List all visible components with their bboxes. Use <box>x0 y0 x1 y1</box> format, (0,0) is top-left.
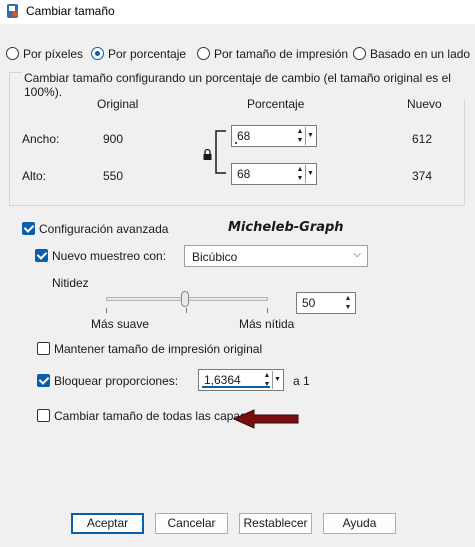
header-new: Nuevo <box>407 97 442 111</box>
width-label: Ancho: <box>22 132 60 146</box>
ratio-spinner[interactable]: 1,6364 ▲ ▼ ▼ <box>198 369 284 391</box>
chevron-down-icon[interactable]: ▼ <box>305 127 315 145</box>
keep-print-size-label[interactable]: Mantener tamaño de impresión original <box>54 342 262 356</box>
header-percent: Porcentaje <box>247 97 305 111</box>
resample-method-value[interactable]: Bicúbico <box>192 250 237 264</box>
radio-label-basado-en-un-lado[interactable]: Basado en un lado <box>370 47 470 61</box>
resample-checkbox[interactable] <box>35 249 48 262</box>
window-title: Cambiar tamaño <box>26 4 115 18</box>
all-layers-checkbox[interactable] <box>37 409 50 422</box>
width-new: 612 <box>412 132 433 146</box>
width-percent-value[interactable]: 68 <box>237 129 250 143</box>
radio-label-por-pixeles[interactable]: Por píxeles <box>23 47 83 61</box>
radio-label-por-tamano-impresion[interactable]: Por tamaño de impresión <box>214 47 348 61</box>
radio-por-porcentaje[interactable] <box>91 47 104 60</box>
group-caption: Cambiar tamaño configurando un porcentaj… <box>22 71 475 99</box>
spin-arrows-icon[interactable]: ▲ ▼ <box>295 127 305 145</box>
radio-basado-en-un-lado[interactable] <box>353 47 366 60</box>
height-new: 374 <box>412 169 433 183</box>
chevron-down-icon[interactable]: ▼ <box>272 371 282 389</box>
annotation-arrow-icon <box>232 409 299 429</box>
reset-button[interactable]: Restablecer <box>239 513 312 534</box>
resample-method-select[interactable]: Bicúbico ⌵ <box>184 245 368 267</box>
sharpness-spinner[interactable]: 50 ▲ ▼ <box>296 292 356 314</box>
sharpness-min-label: Más suave <box>91 317 150 331</box>
advanced-config-checkbox[interactable] <box>22 222 35 235</box>
accept-button[interactable]: Aceptar <box>71 513 144 534</box>
all-layers-label[interactable]: Cambiar tamaño de todas las capas <box>54 409 246 423</box>
sharpness-value[interactable]: 50 <box>302 296 315 310</box>
height-percent-value[interactable]: 68 <box>237 167 250 181</box>
paint-shop-icon <box>7 4 18 18</box>
watermark-text: Micheleb-Graph <box>228 220 344 235</box>
padlock-icon[interactable] <box>202 148 213 161</box>
spin-arrows-icon[interactable]: ▲ ▼ <box>295 165 305 183</box>
header-original: Original <box>97 97 139 111</box>
radio-label-por-porcentaje[interactable]: Por porcentaje <box>108 47 186 61</box>
cancel-button[interactable]: Cancelar <box>155 513 228 534</box>
ratio-suffix: a 1 <box>293 374 310 388</box>
chevron-down-icon[interactable]: ▼ <box>305 165 315 183</box>
spin-arrows-icon[interactable]: ▲ ▼ <box>262 371 272 389</box>
spin-arrows-icon[interactable]: ▲ ▼ <box>343 294 353 312</box>
ratio-value[interactable]: 1,6364 <box>204 373 241 387</box>
sharpness-slider-thumb[interactable] <box>181 291 189 307</box>
width-percent-spinner[interactable]: 68 ▲ ▼ ▼ <box>231 125 317 147</box>
resample-label[interactable]: Nuevo muestreo con: <box>52 249 166 263</box>
height-label: Alto: <box>22 169 47 183</box>
advanced-config-label[interactable]: Configuración avanzada <box>39 222 168 236</box>
radio-por-pixeles[interactable] <box>6 47 19 60</box>
height-percent-spinner[interactable]: 68 ▲ ▼ ▼ <box>231 163 317 185</box>
focus-underline <box>202 386 270 388</box>
lock-ratio-checkbox[interactable] <box>37 374 50 387</box>
keep-print-size-checkbox[interactable] <box>37 342 50 355</box>
lock-ratio-label[interactable]: Bloquear proporciones: <box>54 374 178 388</box>
sharpness-max-label: Más nítida <box>239 317 295 331</box>
width-original: 900 <box>103 132 124 146</box>
radio-por-tamano-impresion[interactable] <box>197 47 210 60</box>
focus-underline <box>235 142 237 144</box>
sharpness-label: Nitidez <box>52 276 89 290</box>
chevron-down-icon[interactable]: ⌵ <box>353 249 361 260</box>
slider-ticks <box>106 308 268 313</box>
help-button[interactable]: Ayuda <box>323 513 396 534</box>
height-original: 550 <box>103 169 124 183</box>
